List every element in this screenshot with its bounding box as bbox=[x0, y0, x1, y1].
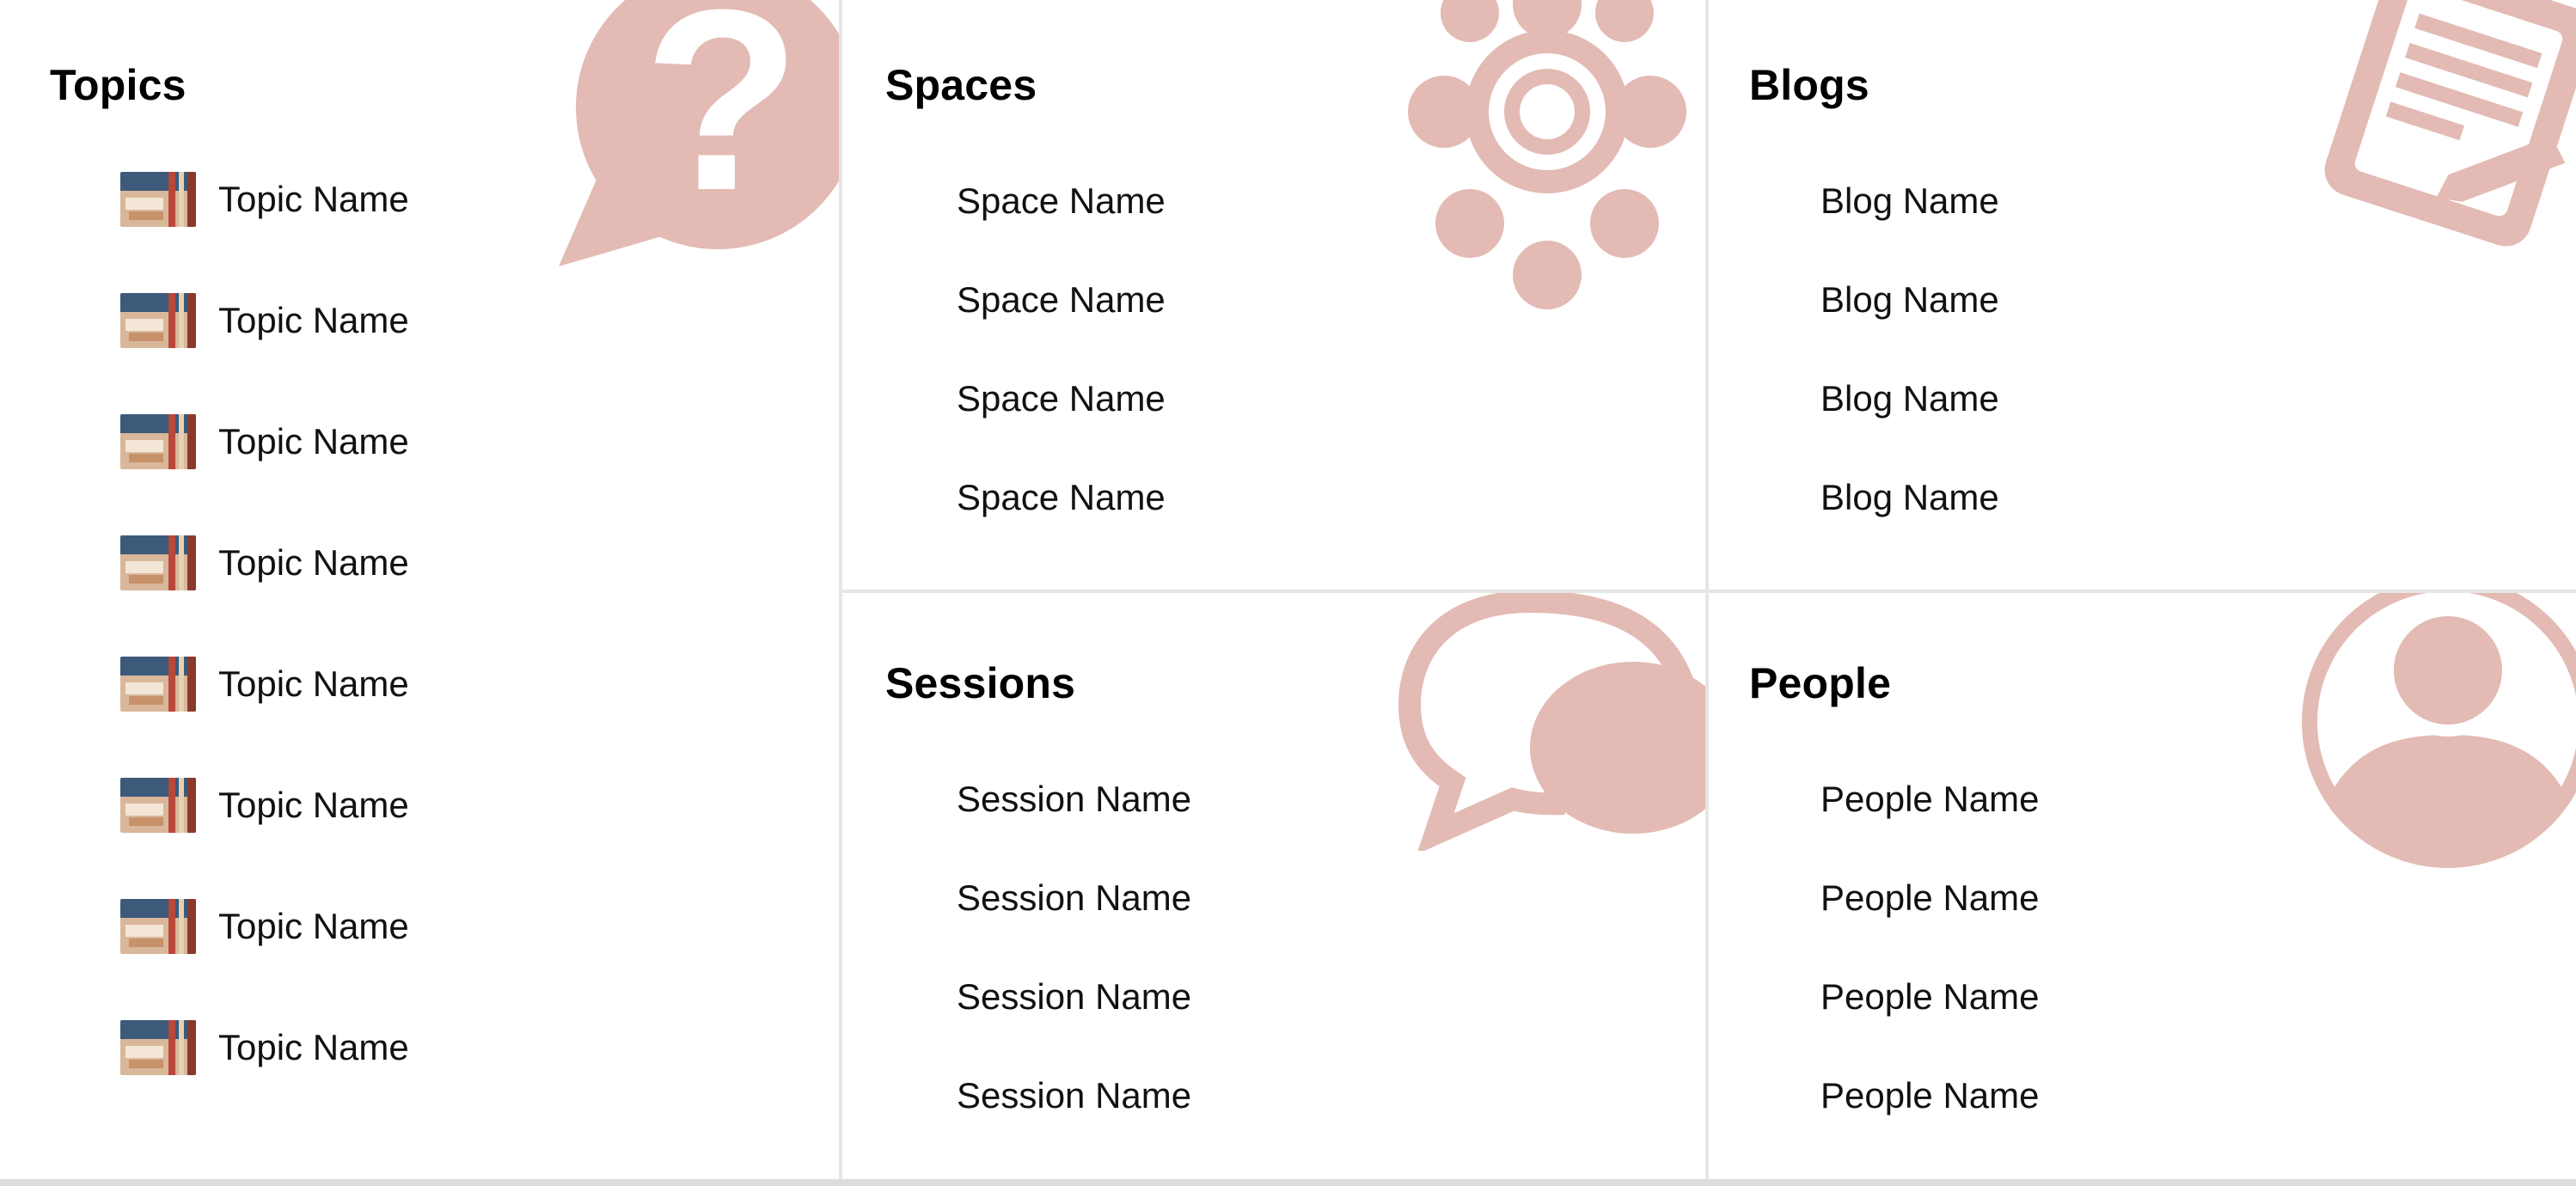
topic-name: Topic Name bbox=[218, 663, 409, 704]
topics-list: Topic Name Topic Name Topic Name Topic N… bbox=[120, 168, 409, 1138]
session-item[interactable]: Session Name bbox=[957, 874, 1191, 922]
blogs-title: Blogs bbox=[1749, 61, 1869, 109]
blog-item[interactable]: Blog Name bbox=[1820, 177, 1999, 225]
document-edit-icon bbox=[2276, 0, 2576, 292]
blog-item[interactable]: Blog Name bbox=[1820, 474, 1999, 522]
topic-thumbnail bbox=[120, 1020, 196, 1075]
topic-item[interactable]: Topic Name bbox=[120, 1017, 409, 1079]
topic-item[interactable]: Topic Name bbox=[120, 653, 409, 715]
sessions-title: Sessions bbox=[885, 659, 1076, 707]
topic-name: Topic Name bbox=[218, 421, 409, 462]
session-item[interactable]: Session Name bbox=[957, 1072, 1191, 1120]
topic-thumbnail bbox=[120, 414, 196, 469]
person-name: People Name bbox=[1820, 877, 2040, 918]
topic-name: Topic Name bbox=[218, 906, 409, 946]
space-item[interactable]: Space Name bbox=[957, 276, 1166, 324]
person-name: People Name bbox=[1820, 779, 2040, 819]
topic-item[interactable]: Topic Name bbox=[120, 290, 409, 352]
person-avatar-icon bbox=[2293, 593, 2576, 885]
blog-name: Blog Name bbox=[1820, 477, 1999, 517]
blog-name: Blog Name bbox=[1820, 378, 1999, 419]
blog-name: Blog Name bbox=[1820, 279, 1999, 320]
space-item[interactable]: Space Name bbox=[957, 375, 1166, 423]
topic-item[interactable]: Topic Name bbox=[120, 774, 409, 836]
topic-name: Topic Name bbox=[218, 300, 409, 340]
dashboard-grid: ? Topics Topic Name Topic Name Topic Nam… bbox=[0, 0, 2576, 1186]
topic-item[interactable]: Topic Name bbox=[120, 411, 409, 473]
space-name: Space Name bbox=[957, 378, 1166, 419]
topic-item[interactable]: Topic Name bbox=[120, 532, 409, 594]
space-item[interactable]: Space Name bbox=[957, 177, 1166, 225]
blog-name: Blog Name bbox=[1820, 180, 1999, 221]
topics-panel: ? Topics Topic Name Topic Name Topic Nam… bbox=[0, 0, 839, 1179]
topic-thumbnail bbox=[120, 657, 196, 712]
topics-title: Topics bbox=[50, 61, 187, 109]
row-divider bbox=[842, 590, 2576, 593]
topic-thumbnail bbox=[120, 172, 196, 227]
bottom-divider bbox=[0, 1179, 2576, 1186]
people-title: People bbox=[1749, 659, 1892, 707]
person-item[interactable]: People Name bbox=[1820, 973, 2039, 1021]
space-name: Space Name bbox=[957, 477, 1166, 517]
space-name: Space Name bbox=[957, 180, 1166, 221]
topic-thumbnail bbox=[120, 535, 196, 590]
blog-item[interactable]: Blog Name bbox=[1820, 375, 1999, 423]
people-list: People Name People Name People Name Peop… bbox=[1820, 775, 2039, 1171]
topic-name: Topic Name bbox=[218, 1027, 409, 1067]
topic-name: Topic Name bbox=[218, 179, 409, 219]
topic-thumbnail bbox=[120, 899, 196, 954]
blog-item[interactable]: Blog Name bbox=[1820, 276, 1999, 324]
svg-text:?: ? bbox=[643, 0, 800, 244]
session-name: Session Name bbox=[957, 779, 1192, 819]
blogs-panel: Blogs Blog Name Blog Name Blog Name Blog… bbox=[1709, 0, 2576, 590]
sessions-panel: Sessions Session Name Session Name Sessi… bbox=[842, 593, 1705, 1179]
space-name: Space Name bbox=[957, 279, 1166, 320]
session-name: Session Name bbox=[957, 877, 1192, 918]
people-panel: People People Name People Name People Na… bbox=[1709, 593, 2576, 1179]
person-item[interactable]: People Name bbox=[1820, 874, 2039, 922]
topic-thumbnail bbox=[120, 293, 196, 348]
blogs-list: Blog Name Blog Name Blog Name Blog Name bbox=[1820, 177, 1999, 572]
topic-name: Topic Name bbox=[218, 785, 409, 825]
person-item[interactable]: People Name bbox=[1820, 1072, 2039, 1120]
topic-item[interactable]: Topic Name bbox=[120, 896, 409, 957]
spaces-title: Spaces bbox=[885, 61, 1037, 109]
spaces-panel: Spaces Space Name Space Name Space Name … bbox=[842, 0, 1705, 590]
person-name: People Name bbox=[1820, 976, 2040, 1017]
session-name: Session Name bbox=[957, 1075, 1192, 1116]
session-item[interactable]: Session Name bbox=[957, 973, 1191, 1021]
person-name: People Name bbox=[1820, 1075, 2040, 1116]
spaces-list: Space Name Space Name Space Name Space N… bbox=[957, 177, 1166, 572]
person-item[interactable]: People Name bbox=[1820, 775, 2039, 823]
topic-thumbnail bbox=[120, 778, 196, 833]
space-item[interactable]: Space Name bbox=[957, 474, 1166, 522]
topic-name: Topic Name bbox=[218, 542, 409, 583]
session-name: Session Name bbox=[957, 976, 1192, 1017]
network-gear-icon bbox=[1367, 0, 1705, 318]
question-bubble-icon: ? bbox=[542, 0, 839, 292]
session-item[interactable]: Session Name bbox=[957, 775, 1191, 823]
chat-bubbles-icon bbox=[1392, 593, 1705, 851]
sessions-list: Session Name Session Name Session Name S… bbox=[957, 775, 1191, 1171]
topic-item[interactable]: Topic Name bbox=[120, 168, 409, 230]
